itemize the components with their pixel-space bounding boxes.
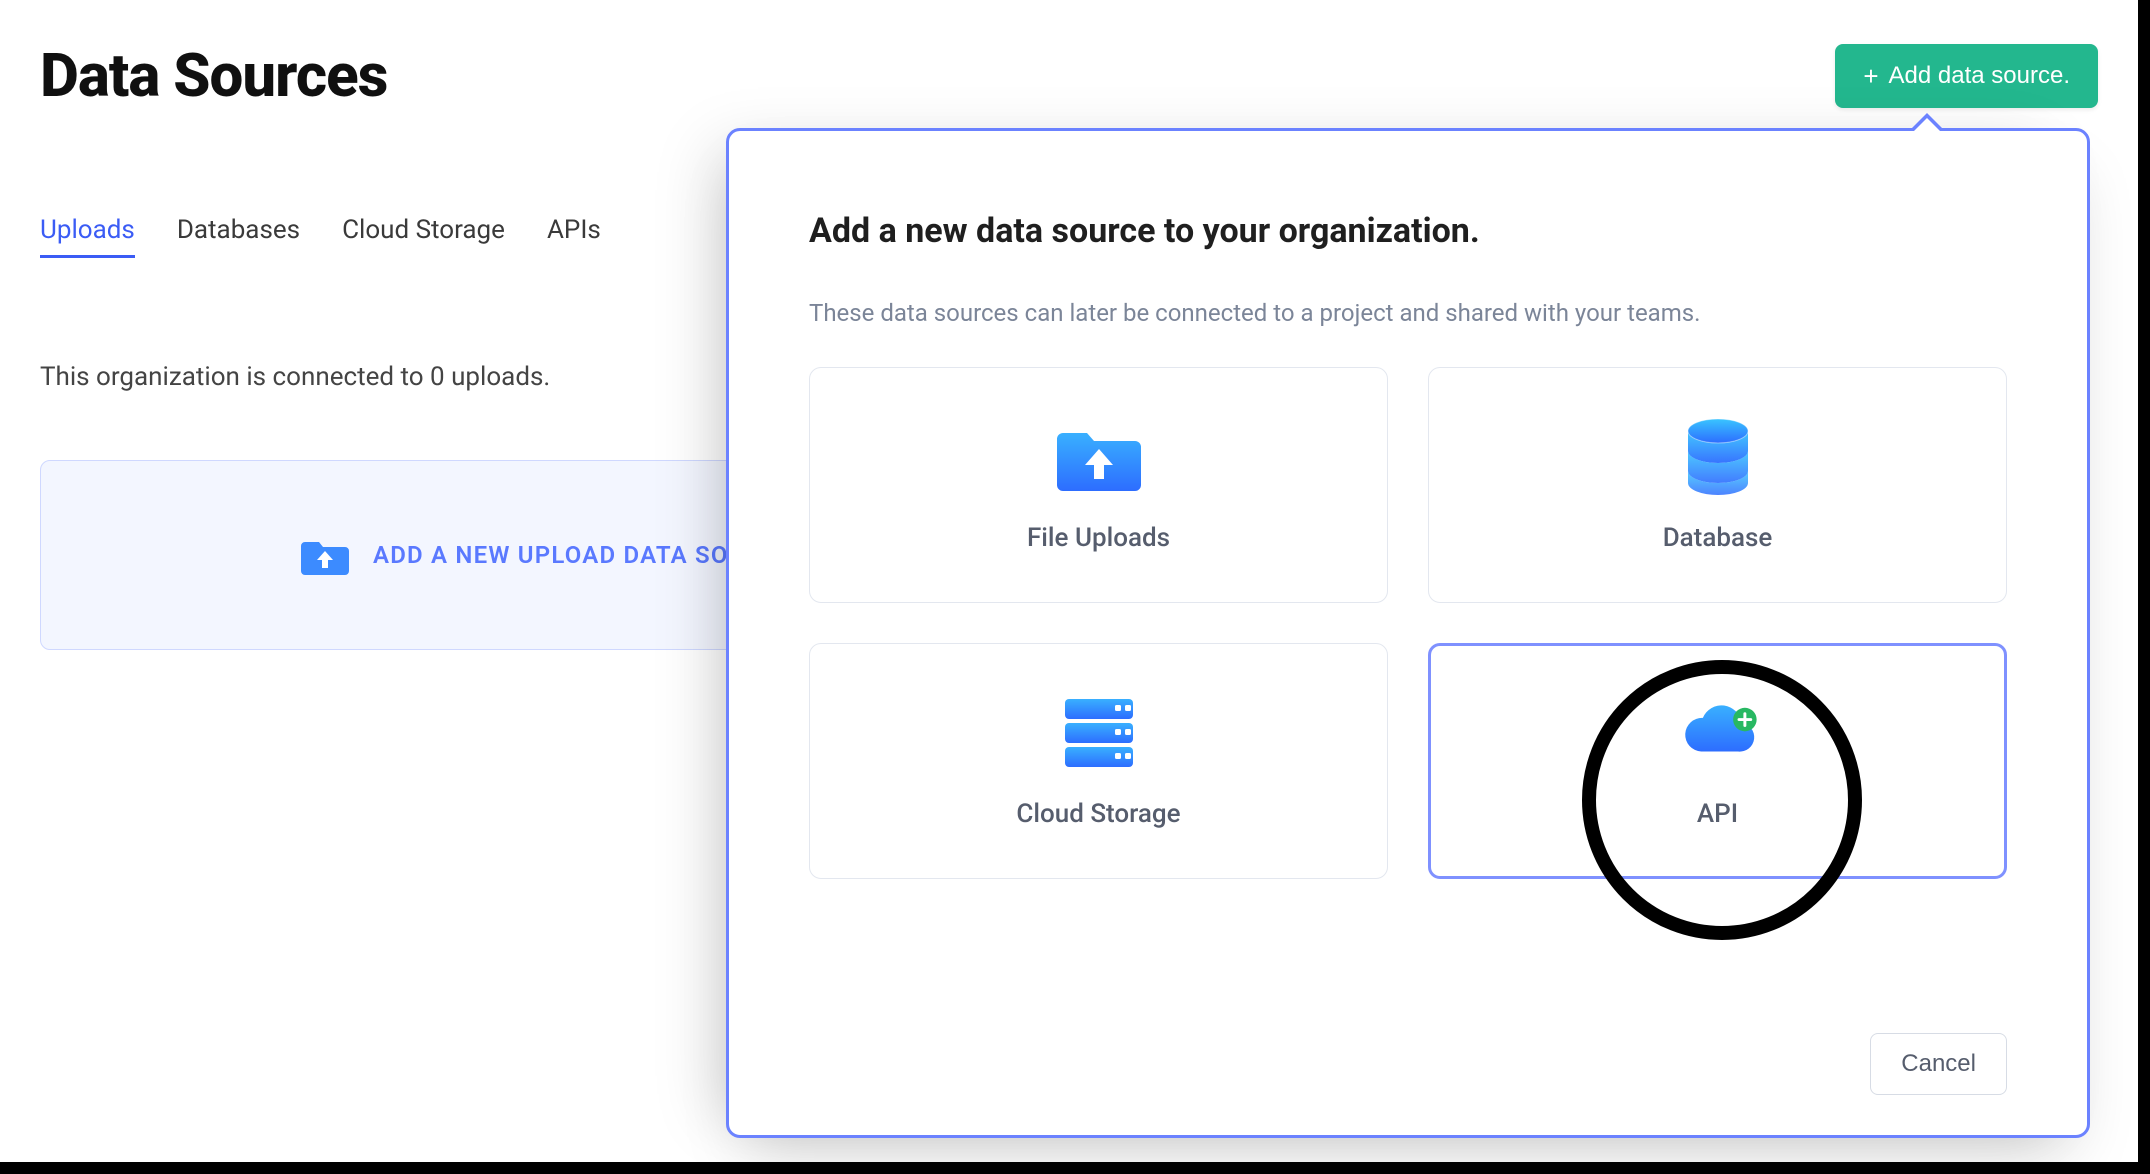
tab-cloud-storage[interactable]: Cloud Storage: [342, 215, 505, 258]
popover-subtitle: These data sources can later be connecte…: [809, 299, 2007, 327]
option-file-uploads[interactable]: File Uploads: [809, 367, 1388, 603]
cancel-button[interactable]: Cancel: [1870, 1033, 2007, 1095]
option-label: File Uploads: [1027, 523, 1170, 553]
cloud-api-icon: [1676, 693, 1760, 773]
tab-uploads[interactable]: Uploads: [40, 215, 135, 258]
tab-apis[interactable]: APIs: [547, 215, 601, 258]
option-database[interactable]: Database: [1428, 367, 2007, 603]
database-icon: [1676, 417, 1760, 497]
plus-icon: +: [1863, 63, 1878, 89]
data-source-options: File Uploads Database: [809, 367, 2007, 879]
server-icon: [1057, 693, 1141, 773]
add-data-source-popover: Add a new data source to your organizati…: [726, 128, 2090, 1138]
option-label: Database: [1663, 523, 1773, 553]
add-upload-label: ADD A NEW UPLOAD DATA SO: [373, 541, 729, 569]
connection-status-text: This organization is connected to 0 uplo…: [40, 362, 550, 392]
popover-title: Add a new data source to your organizati…: [809, 211, 2007, 251]
tabs: Uploads Databases Cloud Storage APIs: [40, 215, 601, 258]
option-label: Cloud Storage: [1016, 799, 1180, 829]
option-cloud-storage[interactable]: Cloud Storage: [809, 643, 1388, 879]
add-data-source-button[interactable]: + Add data source.: [1835, 44, 2098, 108]
folder-upload-icon: [1057, 417, 1141, 497]
folder-upload-icon: [301, 534, 349, 576]
tab-databases[interactable]: Databases: [177, 215, 300, 258]
option-api[interactable]: API: [1428, 643, 2007, 879]
option-label: API: [1697, 799, 1738, 829]
add-data-source-label: Add data source.: [1889, 62, 2070, 90]
page-title: Data Sources: [40, 40, 387, 111]
